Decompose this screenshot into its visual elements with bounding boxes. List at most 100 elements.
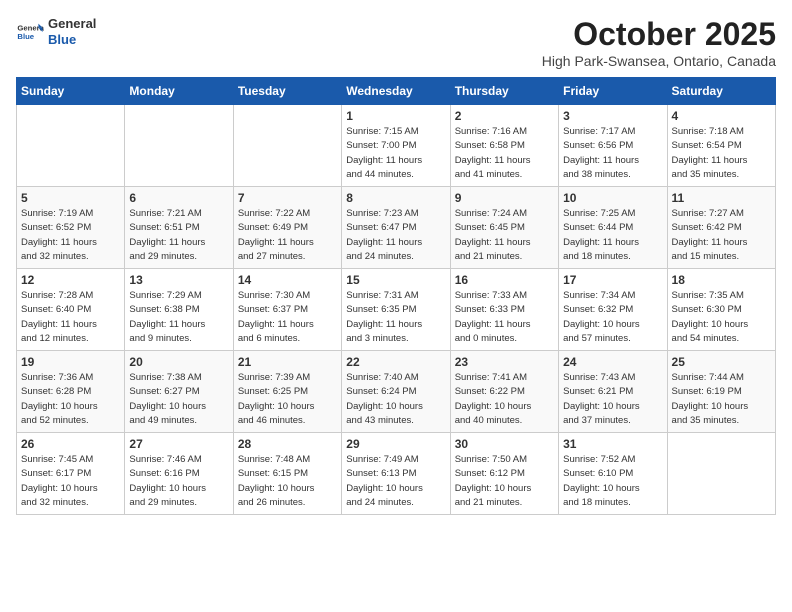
calendar-week-row: 5 Sunrise: 7:19 AM Sunset: 6:52 PM Daylig… [17, 187, 776, 269]
day-info: Sunrise: 7:24 AM Sunset: 6:45 PM Dayligh… [455, 207, 554, 264]
calendar-cell: 5 Sunrise: 7:19 AM Sunset: 6:52 PM Daylig… [17, 187, 125, 269]
day-info: Sunrise: 7:31 AM Sunset: 6:35 PM Dayligh… [346, 289, 445, 346]
calendar-cell [667, 433, 775, 515]
day-number: 19 [21, 355, 120, 369]
day-number: 6 [129, 191, 228, 205]
day-info: Sunrise: 7:48 AM Sunset: 6:15 PM Dayligh… [238, 453, 337, 510]
calendar-cell: 20 Sunrise: 7:38 AM Sunset: 6:27 PM Dayli… [125, 351, 233, 433]
day-info: Sunrise: 7:17 AM Sunset: 6:56 PM Dayligh… [563, 125, 662, 182]
day-number: 7 [238, 191, 337, 205]
day-number: 26 [21, 437, 120, 451]
day-info: Sunrise: 7:33 AM Sunset: 6:33 PM Dayligh… [455, 289, 554, 346]
day-info: Sunrise: 7:35 AM Sunset: 6:30 PM Dayligh… [672, 289, 771, 346]
calendar-cell [233, 105, 341, 187]
calendar-cell: 31 Sunrise: 7:52 AM Sunset: 6:10 PM Dayli… [559, 433, 667, 515]
calendar-week-row: 26 Sunrise: 7:45 AM Sunset: 6:17 PM Dayli… [17, 433, 776, 515]
weekday-header: Friday [559, 78, 667, 105]
logo-general: General [48, 16, 96, 32]
day-info: Sunrise: 7:43 AM Sunset: 6:21 PM Dayligh… [563, 371, 662, 428]
day-number: 17 [563, 273, 662, 287]
day-number: 28 [238, 437, 337, 451]
day-info: Sunrise: 7:40 AM Sunset: 6:24 PM Dayligh… [346, 371, 445, 428]
calendar-cell: 19 Sunrise: 7:36 AM Sunset: 6:28 PM Dayli… [17, 351, 125, 433]
logo-blue: Blue [48, 32, 96, 48]
calendar-cell: 6 Sunrise: 7:21 AM Sunset: 6:51 PM Daylig… [125, 187, 233, 269]
day-number: 30 [455, 437, 554, 451]
weekday-header: Sunday [17, 78, 125, 105]
day-number: 15 [346, 273, 445, 287]
page-header: General Blue General Blue October 2025 H… [16, 16, 776, 69]
calendar-cell: 24Sunrise: 7:43 AM Sunset: 6:21 PM Dayli… [559, 351, 667, 433]
calendar-cell: 11 Sunrise: 7:27 AM Sunset: 6:42 PM Dayli… [667, 187, 775, 269]
calendar-cell: 21Sunrise: 7:39 AM Sunset: 6:25 PM Dayli… [233, 351, 341, 433]
calendar-cell: 30 Sunrise: 7:50 AM Sunset: 6:12 PM Dayli… [450, 433, 558, 515]
calendar-cell: 16Sunrise: 7:33 AM Sunset: 6:33 PM Dayli… [450, 269, 558, 351]
day-number: 31 [563, 437, 662, 451]
calendar-cell: 27 Sunrise: 7:46 AM Sunset: 6:16 PM Dayli… [125, 433, 233, 515]
day-info: Sunrise: 7:27 AM Sunset: 6:42 PM Dayligh… [672, 207, 771, 264]
day-number: 3 [563, 109, 662, 123]
calendar-cell: 25 Sunrise: 7:44 AM Sunset: 6:19 PM Dayli… [667, 351, 775, 433]
day-number: 10 [563, 191, 662, 205]
day-info: Sunrise: 7:36 AM Sunset: 6:28 PM Dayligh… [21, 371, 120, 428]
day-info: Sunrise: 7:23 AM Sunset: 6:47 PM Dayligh… [346, 207, 445, 264]
day-info: Sunrise: 7:50 AM Sunset: 6:12 PM Dayligh… [455, 453, 554, 510]
day-info: Sunrise: 7:15 AM Sunset: 7:00 PM Dayligh… [346, 125, 445, 182]
weekday-header: Saturday [667, 78, 775, 105]
day-info: Sunrise: 7:29 AM Sunset: 6:38 PM Dayligh… [129, 289, 228, 346]
calendar-cell: 29Sunrise: 7:49 AM Sunset: 6:13 PM Dayli… [342, 433, 450, 515]
calendar-cell: 7 Sunrise: 7:22 AM Sunset: 6:49 PM Daylig… [233, 187, 341, 269]
day-number: 4 [672, 109, 771, 123]
day-number: 11 [672, 191, 771, 205]
day-info: Sunrise: 7:44 AM Sunset: 6:19 PM Dayligh… [672, 371, 771, 428]
weekday-header: Monday [125, 78, 233, 105]
day-info: Sunrise: 7:46 AM Sunset: 6:16 PM Dayligh… [129, 453, 228, 510]
calendar-cell: 23 Sunrise: 7:41 AM Sunset: 6:22 PM Dayli… [450, 351, 558, 433]
calendar-cell: 17Sunrise: 7:34 AM Sunset: 6:32 PM Dayli… [559, 269, 667, 351]
day-number: 21 [238, 355, 337, 369]
day-info: Sunrise: 7:19 AM Sunset: 6:52 PM Dayligh… [21, 207, 120, 264]
title-section: October 2025 High Park-Swansea, Ontario,… [542, 16, 776, 69]
calendar-cell: 18 Sunrise: 7:35 AM Sunset: 6:30 PM Dayli… [667, 269, 775, 351]
logo: General Blue General Blue [16, 16, 96, 47]
day-number: 18 [672, 273, 771, 287]
location: High Park-Swansea, Ontario, Canada [542, 53, 776, 69]
day-number: 27 [129, 437, 228, 451]
day-info: Sunrise: 7:41 AM Sunset: 6:22 PM Dayligh… [455, 371, 554, 428]
day-info: Sunrise: 7:52 AM Sunset: 6:10 PM Dayligh… [563, 453, 662, 510]
calendar-cell: 28 Sunrise: 7:48 AM Sunset: 6:15 PM Dayli… [233, 433, 341, 515]
day-number: 8 [346, 191, 445, 205]
day-info: Sunrise: 7:16 AM Sunset: 6:58 PM Dayligh… [455, 125, 554, 182]
weekday-header: Wednesday [342, 78, 450, 105]
day-number: 20 [129, 355, 228, 369]
month-title: October 2025 [542, 16, 776, 53]
calendar-cell: 22Sunrise: 7:40 AM Sunset: 6:24 PM Dayli… [342, 351, 450, 433]
day-number: 25 [672, 355, 771, 369]
day-info: Sunrise: 7:28 AM Sunset: 6:40 PM Dayligh… [21, 289, 120, 346]
calendar-cell: 26 Sunrise: 7:45 AM Sunset: 6:17 PM Dayli… [17, 433, 125, 515]
day-number: 29 [346, 437, 445, 451]
day-info: Sunrise: 7:38 AM Sunset: 6:27 PM Dayligh… [129, 371, 228, 428]
day-info: Sunrise: 7:30 AM Sunset: 6:37 PM Dayligh… [238, 289, 337, 346]
calendar-cell: 1 Sunrise: 7:15 AM Sunset: 7:00 PM Daylig… [342, 105, 450, 187]
day-info: Sunrise: 7:22 AM Sunset: 6:49 PM Dayligh… [238, 207, 337, 264]
logo-icon: General Blue [16, 18, 44, 46]
calendar-cell: 12Sunrise: 7:28 AM Sunset: 6:40 PM Dayli… [17, 269, 125, 351]
day-info: Sunrise: 7:45 AM Sunset: 6:17 PM Dayligh… [21, 453, 120, 510]
calendar-cell: 4Sunrise: 7:18 AM Sunset: 6:54 PM Daylig… [667, 105, 775, 187]
day-number: 5 [21, 191, 120, 205]
day-number: 23 [455, 355, 554, 369]
calendar-cell: 2Sunrise: 7:16 AM Sunset: 6:58 PM Daylig… [450, 105, 558, 187]
day-info: Sunrise: 7:21 AM Sunset: 6:51 PM Dayligh… [129, 207, 228, 264]
calendar-cell: 10 Sunrise: 7:25 AM Sunset: 6:44 PM Dayli… [559, 187, 667, 269]
calendar-cell: 14 Sunrise: 7:30 AM Sunset: 6:37 PM Dayli… [233, 269, 341, 351]
svg-text:Blue: Blue [17, 32, 34, 41]
calendar-week-row: 19 Sunrise: 7:36 AM Sunset: 6:28 PM Dayli… [17, 351, 776, 433]
day-number: 1 [346, 109, 445, 123]
calendar-cell: 15 Sunrise: 7:31 AM Sunset: 6:35 PM Dayli… [342, 269, 450, 351]
day-number: 13 [129, 273, 228, 287]
weekday-header: Tuesday [233, 78, 341, 105]
day-number: 14 [238, 273, 337, 287]
day-info: Sunrise: 7:25 AM Sunset: 6:44 PM Dayligh… [563, 207, 662, 264]
calendar-cell [17, 105, 125, 187]
